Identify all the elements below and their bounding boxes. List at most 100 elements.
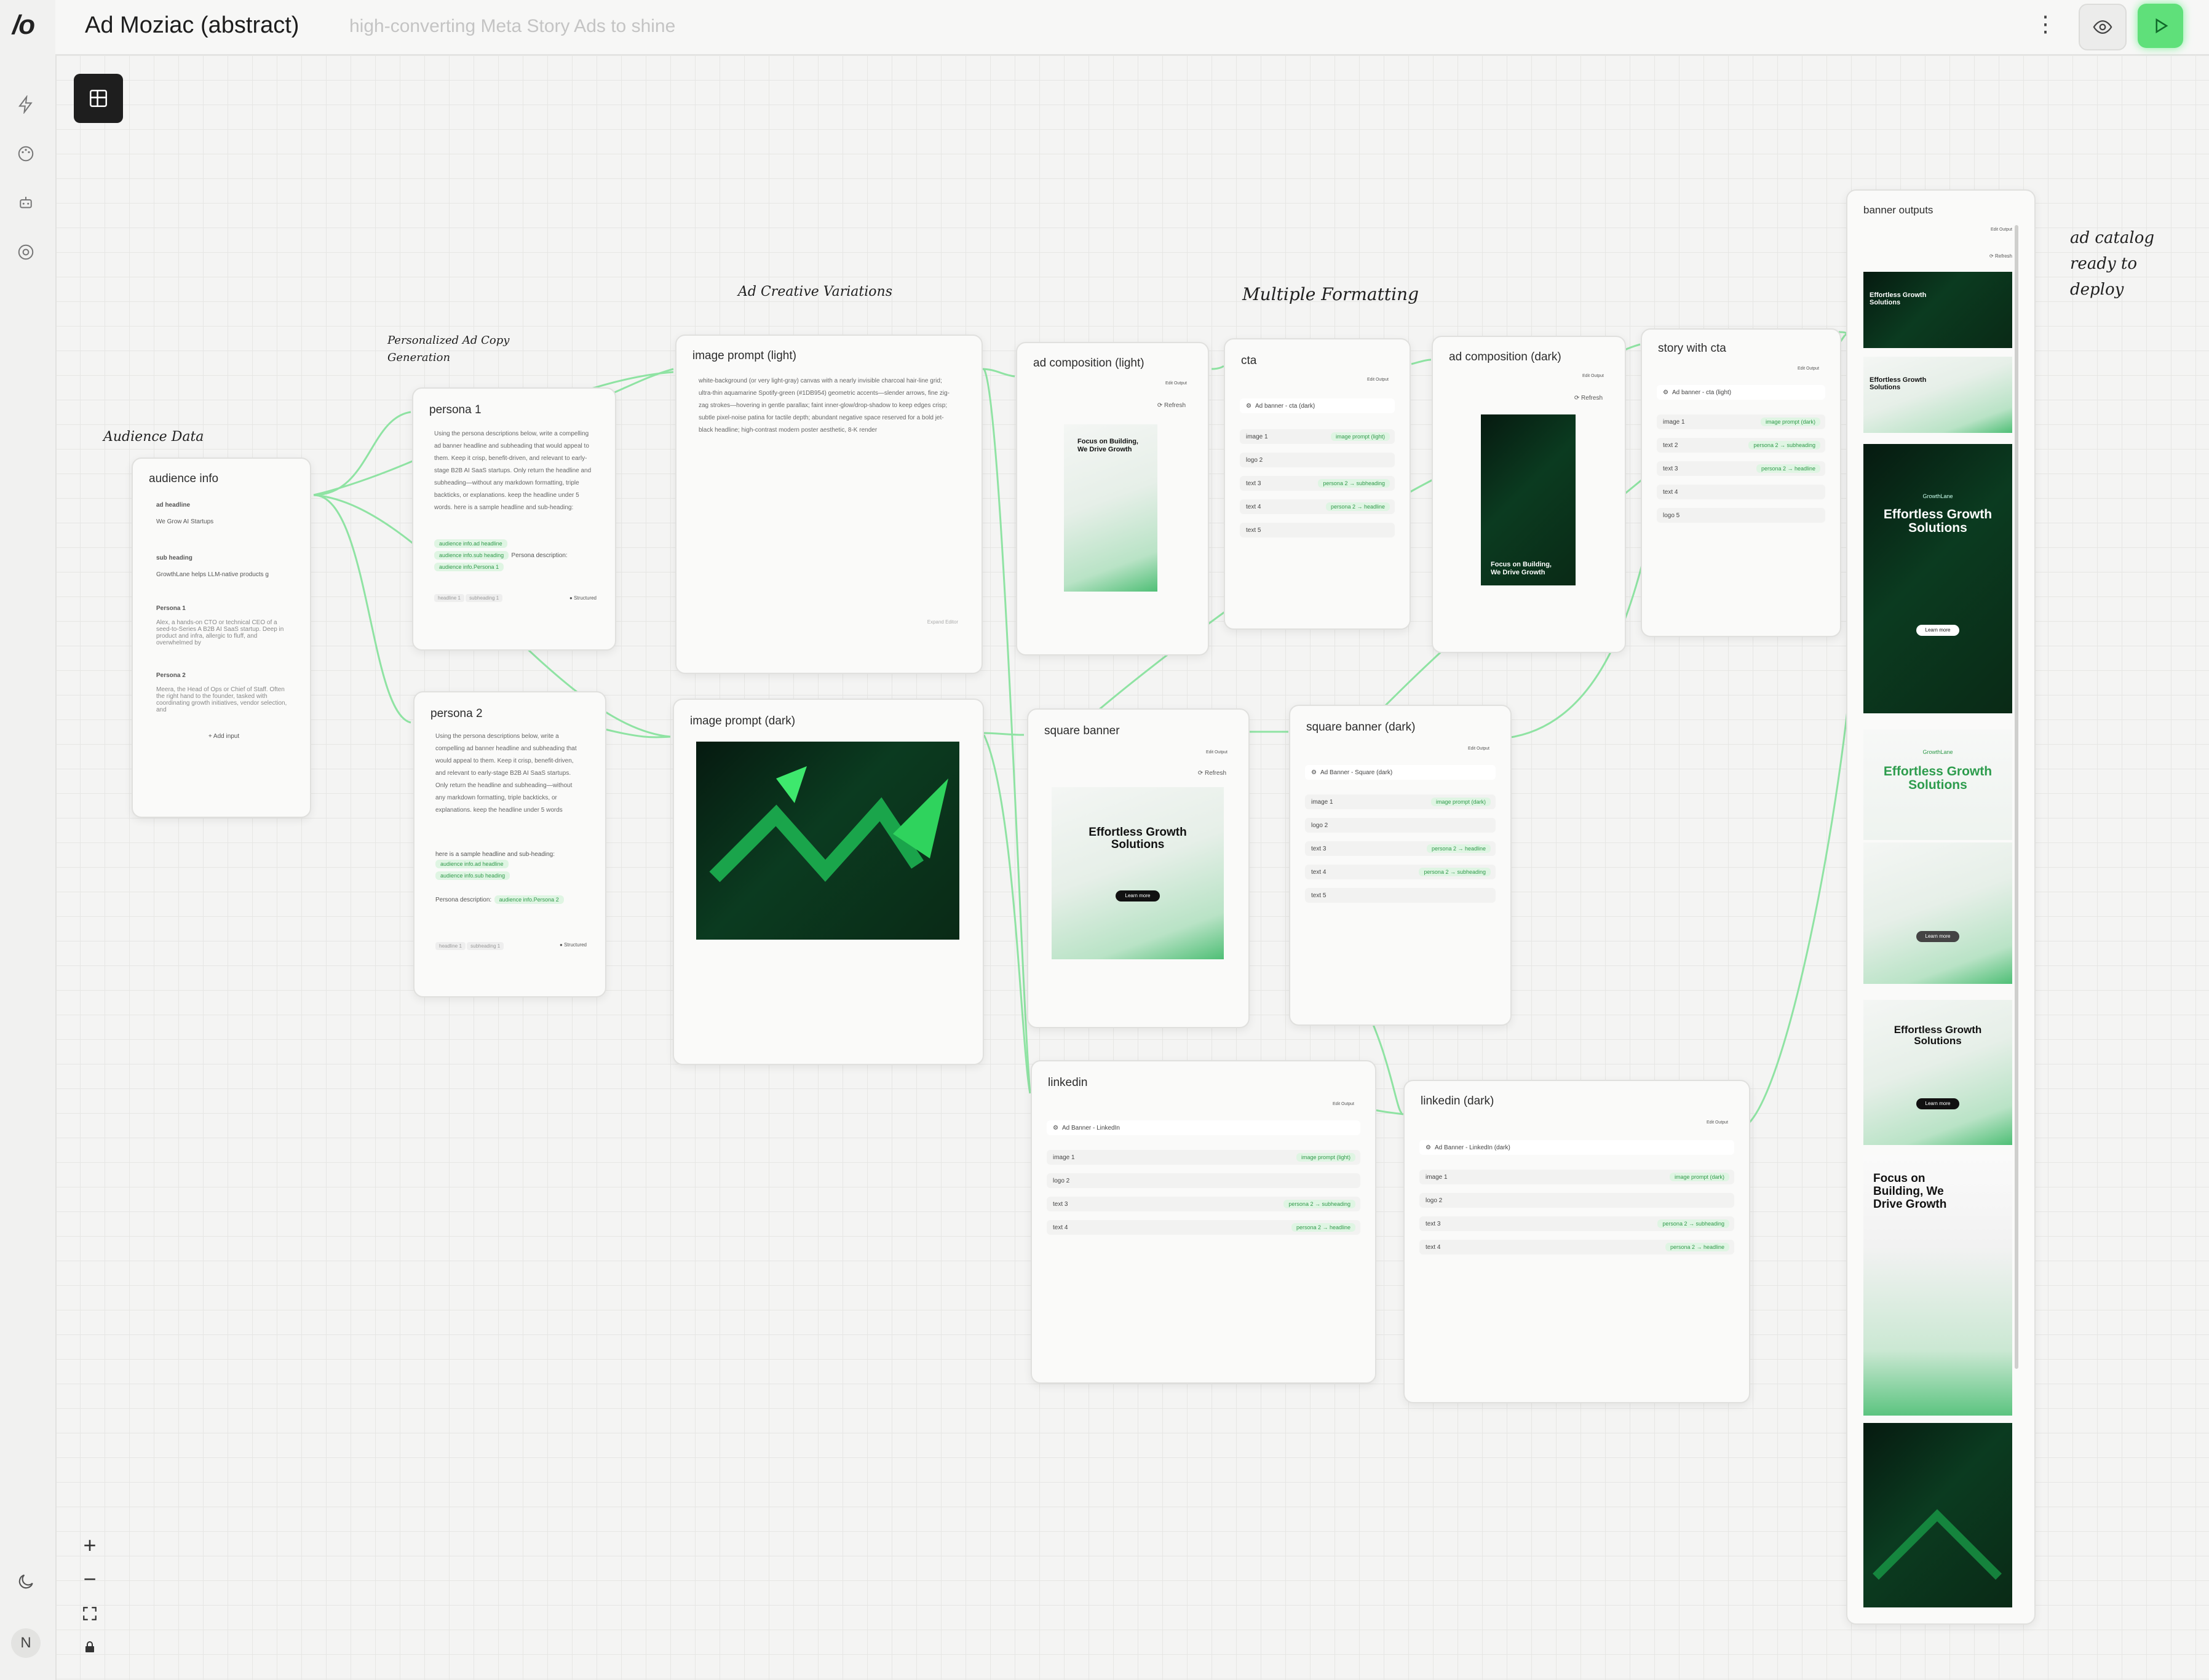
structured-toggle[interactable]: ● Structured [560, 942, 587, 948]
reference-pill[interactable]: audience info.Persona 2 [494, 895, 564, 904]
tab-edit[interactable]: Edit [1333, 1102, 1340, 1106]
input-row[interactable]: image 1 image prompt (light) [1047, 1150, 1360, 1165]
reference-pill[interactable]: image prompt (dark) [1669, 1173, 1729, 1181]
page-title[interactable]: Ad Moziac (abstract) [85, 12, 299, 39]
generated-image-dark[interactable] [696, 742, 959, 940]
reference-pill[interactable]: persona 2 → subheading [1419, 868, 1491, 876]
reference-pill[interactable]: audience info.sub heading [434, 551, 509, 560]
refresh-button[interactable]: ⟳ Refresh [1198, 770, 1226, 777]
tab-output[interactable]: Output [1591, 374, 1604, 378]
input-row[interactable]: text 2 persona 2 → subheading [1657, 438, 1825, 453]
reference-pill[interactable]: persona 2 → headline [1325, 502, 1390, 511]
audience-info-node[interactable]: audience info ad headline We Grow AI Sta… [132, 458, 311, 818]
tab-edit[interactable]: Edit [1707, 1120, 1714, 1125]
input-row[interactable]: text 4 persona 2 → subheading [1305, 865, 1496, 879]
tab-group[interactable]: Edit Output [1707, 1120, 1728, 1125]
input-row[interactable]: text 4 persona 2 → headline [1419, 1240, 1734, 1254]
square-banner-node[interactable]: square banner Edit Output ⟳ Refresh Effo… [1027, 708, 1250, 1028]
reference-pill[interactable]: persona 2 → subheading [1318, 479, 1390, 488]
prompt-text[interactable]: Using the persona descriptions below, wr… [435, 731, 578, 817]
input-row[interactable]: text 4 persona 2 → headline [1047, 1220, 1360, 1235]
image-prompt-light-node[interactable]: image prompt (light) white-background (o… [675, 335, 983, 674]
square-preview[interactable]: Effortless Growth Solutions Learn more [1052, 787, 1224, 959]
tab-edit[interactable]: Edit [1367, 378, 1374, 382]
output-thumbnail[interactable] [1863, 1423, 2012, 1607]
input-row[interactable]: logo 2 [1419, 1193, 1734, 1208]
add-node-button[interactable] [74, 74, 123, 123]
robot-icon[interactable] [14, 191, 38, 215]
ad-composition-light-node[interactable]: ad composition (light) Edit Output ⟳ Ref… [1016, 342, 1209, 656]
reference-pill[interactable]: image prompt (light) [1296, 1153, 1355, 1162]
output-thumbnail[interactable]: GrowthLane Effortless Growth Solutions L… [1863, 444, 2012, 713]
tab-group[interactable]: Edit Output [1165, 381, 1187, 386]
reference-pill[interactable]: persona 2 → headline [1665, 1243, 1729, 1251]
structured-toggle[interactable]: ● Structured [569, 595, 597, 601]
preview-button[interactable] [2079, 4, 2127, 50]
field-value[interactable]: Meera, the Head of Ops or Chief of Staff… [156, 686, 291, 718]
zoom-in-button[interactable]: + [79, 1532, 101, 1558]
input-row[interactable]: text 3 persona 2 → subheading [1047, 1197, 1360, 1211]
tab-edit[interactable]: Edit [1991, 228, 1998, 232]
tab-edit[interactable]: Edit [1582, 374, 1590, 378]
tab-output[interactable]: Output [1477, 747, 1489, 751]
add-input-button[interactable]: + Add input [156, 733, 291, 740]
tab-group[interactable]: Edit Output [1468, 747, 1489, 751]
field-value[interactable]: Alex, a hands-on CTO or technical CEO of… [156, 619, 291, 651]
avatar[interactable]: N [11, 1628, 41, 1658]
template-select[interactable]: ⚙ Ad banner - cta (dark) [1240, 398, 1395, 413]
tab-group[interactable]: Edit Output [1798, 367, 1819, 371]
expand-editor-button[interactable]: Expand Editor [927, 619, 958, 625]
input-row[interactable]: text 3 persona 2 → subheading [1240, 476, 1395, 491]
page-subtitle[interactable]: high-converting Meta Story Ads to shine [349, 16, 675, 37]
input-row[interactable]: text 4 persona 2 → headline [1240, 499, 1395, 514]
input-row[interactable]: text 5 [1240, 523, 1395, 537]
tab-edit[interactable]: Edit [1165, 381, 1173, 386]
story-with-cta-node[interactable]: story with cta Edit Output ⚙ Ad banner -… [1641, 328, 1841, 637]
field-value[interactable]: We Grow AI Startups [156, 518, 291, 525]
prompt-text[interactable]: Using the persona descriptions below, wr… [434, 428, 593, 514]
tab-output[interactable]: Output [1376, 378, 1389, 382]
palette-icon[interactable] [14, 141, 38, 166]
square-banner-dark-node[interactable]: square banner (dark) Edit Output ⚙ Ad Ba… [1289, 705, 1512, 1026]
input-row[interactable]: image 1 image prompt (dark) [1657, 414, 1825, 429]
tab-output[interactable]: Output [1215, 750, 1227, 755]
more-menu-icon[interactable]: ⋮ [2034, 11, 2056, 37]
input-row[interactable]: image 1 image prompt (dark) [1305, 794, 1496, 809]
reference-pill[interactable]: persona 2 → subheading [1283, 1200, 1355, 1208]
settings-circle-icon[interactable] [14, 240, 38, 264]
tab-group[interactable]: Edit Output [1367, 378, 1389, 382]
tab-group[interactable]: Edit Output [1333, 1102, 1354, 1106]
template-select[interactable]: ⚙ Ad banner - cta (light) [1657, 385, 1825, 400]
reference-pill[interactable]: audience info.sub heading [435, 871, 510, 880]
refresh-button[interactable]: ⟳ Refresh [1157, 402, 1186, 409]
reference-pill[interactable]: persona 2 → headline [1291, 1223, 1355, 1232]
input-row[interactable]: image 1 image prompt (dark) [1419, 1170, 1734, 1184]
bolt-icon[interactable] [14, 92, 38, 117]
template-select[interactable]: ⚙ Ad Banner - Square (dark) [1305, 765, 1496, 780]
tab-edit[interactable]: Edit [1468, 747, 1475, 751]
output-thumbnail[interactable]: Effortless Growth Solutions Learn more [1863, 1000, 2012, 1145]
tab-group[interactable]: Edit Output [1582, 374, 1604, 378]
reference-pill[interactable]: persona 2 → headline [1756, 464, 1820, 473]
lock-icon[interactable] [79, 1636, 101, 1658]
linkedin-node[interactable]: linkedin Edit Output ⚙ Ad Banner - Linke… [1031, 1060, 1376, 1384]
tab-output[interactable]: Output [1715, 1120, 1728, 1125]
linkedin-dark-node[interactable]: linkedin (dark) Edit Output ⚙ Ad Banner … [1403, 1080, 1750, 1403]
template-select[interactable]: ⚙ Ad Banner - LinkedIn [1047, 1120, 1360, 1135]
tab-output[interactable]: Output [1999, 228, 2012, 232]
output-thumbnail[interactable]: Learn more [1863, 842, 2012, 984]
prompt-text[interactable]: white-background (or very light-gray) ca… [699, 375, 957, 437]
tab-edit[interactable]: Edit [1798, 367, 1805, 371]
input-row[interactable]: text 3 persona 2 → subheading [1419, 1216, 1734, 1231]
run-button[interactable] [2138, 4, 2183, 48]
composition-preview[interactable]: Focus on Building, We Drive Growth [1481, 414, 1576, 585]
input-row[interactable]: logo 5 [1657, 508, 1825, 523]
field-value[interactable]: GrowthLane helps LLM-native products g [156, 571, 291, 578]
input-row[interactable]: text 3 persona 2 → headline [1657, 461, 1825, 476]
composition-preview[interactable]: Focus on Building, We Drive Growth [1064, 424, 1157, 592]
cta-node[interactable]: cta Edit Output ⚙ Ad banner - cta (dark)… [1224, 338, 1411, 630]
reference-pill[interactable]: audience info.ad headline [434, 539, 507, 548]
reference-pill[interactable]: audience info.ad headline [435, 860, 509, 868]
reference-pill[interactable]: image prompt (light) [1330, 432, 1390, 441]
refresh-button[interactable]: ⟳ Refresh [1574, 395, 1603, 402]
